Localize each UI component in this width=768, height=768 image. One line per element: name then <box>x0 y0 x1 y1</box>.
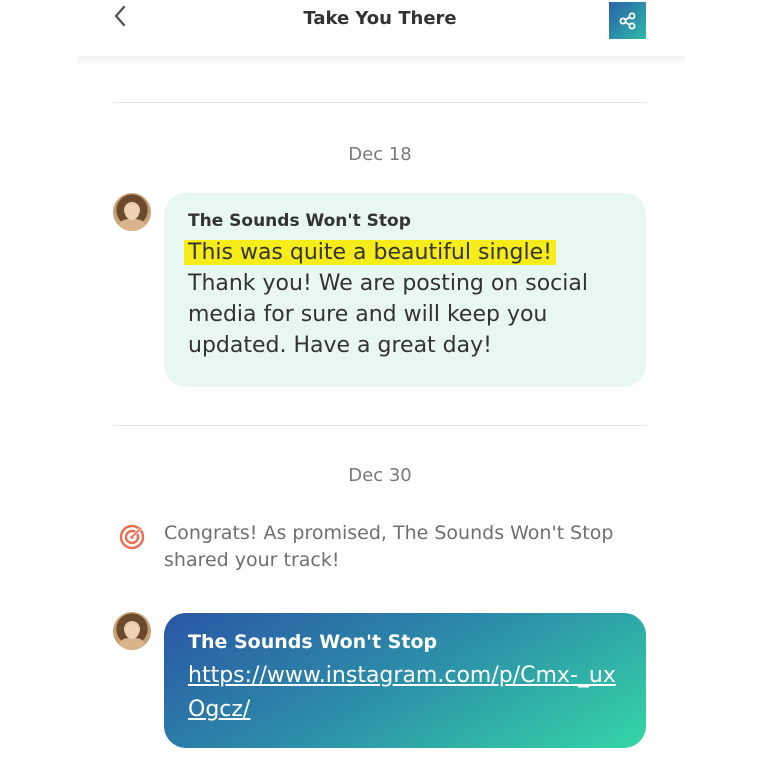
message-body: Thank you! We are posting on social medi… <box>188 271 588 358</box>
message-bubble: The Sounds Won't Stop This was quite a b… <box>164 193 646 387</box>
share-button[interactable] <box>609 2 646 39</box>
avatar[interactable] <box>113 612 151 650</box>
instagram-link[interactable]: https://www.instagram.com/p/Cmx-_uxOgcz/ <box>188 659 628 727</box>
event-text: Congrats! As promised, The Sounds Won't … <box>164 522 614 571</box>
link-message-bubble: The Sounds Won't Stop https://www.instag… <box>164 613 646 748</box>
avatar[interactable] <box>113 193 151 231</box>
avatar-body <box>119 638 145 650</box>
top-bar: Take You There <box>0 0 768 66</box>
date-separator: Dec 30 <box>348 465 412 486</box>
message-sender: The Sounds Won't Stop <box>188 211 411 231</box>
target-icon <box>119 524 145 550</box>
message-sender: The Sounds Won't Stop <box>188 631 438 653</box>
page-title: Take You There <box>303 8 457 29</box>
avatar-body <box>119 219 145 231</box>
divider <box>114 425 646 426</box>
date-separator: Dec 18 <box>348 144 412 165</box>
message-text: This was quite a beautiful single! Thank… <box>184 237 622 361</box>
divider <box>114 102 646 103</box>
avatar-face <box>125 623 139 639</box>
avatar-face <box>125 204 139 220</box>
highlighted-text: This was quite a beautiful single! <box>184 240 556 265</box>
header-shadow <box>76 56 686 66</box>
share-icon <box>619 12 635 29</box>
